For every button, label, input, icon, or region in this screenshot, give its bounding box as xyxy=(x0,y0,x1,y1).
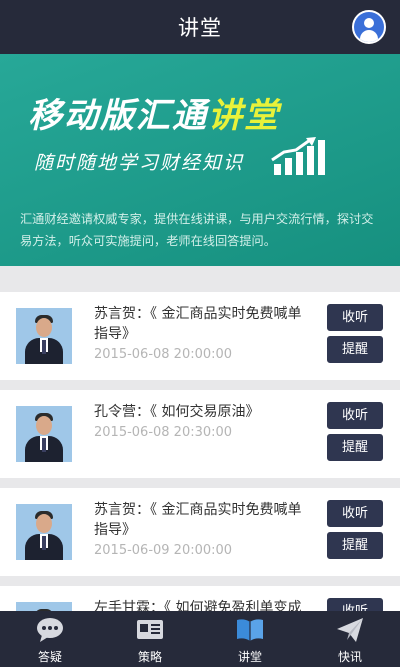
chat-bubble-icon xyxy=(37,618,63,642)
lecture-time: 2015-06-08 20:30:00 xyxy=(94,425,233,440)
bottom-tab-bar: 答疑 策略 讲堂 快讯 xyxy=(0,611,400,667)
lecture-info: 孔令营：《 如何交易原油》 2015-06-08 20:30:00 xyxy=(94,402,314,443)
list-item[interactable]: 苏言贺：《 金汇商品实时免费喊单指导》 2015-06-09 20:00:00 … xyxy=(0,488,400,576)
user-icon-body xyxy=(360,30,378,42)
lecturer-avatar xyxy=(16,504,72,560)
banner-description: 汇通财经邀请权威专家，提供在线讲课，与用户交流行情，探讨交易方法，听众可实施提问… xyxy=(20,212,374,248)
banner-title: 移动版汇通讲堂 xyxy=(28,88,280,137)
strategy-card-icon xyxy=(137,620,163,639)
list-item[interactable]: 孔令营：《 如何交易原油》 2015-06-08 20:30:00 收听 提醒 xyxy=(0,390,400,478)
page-title: 讲堂 xyxy=(178,16,222,40)
tab-label: 快讯 xyxy=(337,650,362,664)
remind-button[interactable]: 提醒 xyxy=(327,532,383,559)
lecture-title: 苏言贺：《 金汇商品实时免费喊单指导》 xyxy=(94,306,302,342)
open-book-icon xyxy=(237,619,263,641)
lecture-title: 苏言贺：《 金汇商品实时免费喊单指导》 xyxy=(94,502,302,538)
lecture-info: 苏言贺：《 金汇商品实时免费喊单指导》 2015-06-09 20:00:00 xyxy=(94,500,314,561)
tab-label: 策略 xyxy=(137,650,162,664)
lecture-title: 孔令营：《 如何交易原油》 xyxy=(94,404,260,420)
growth-chart-icon xyxy=(271,137,325,175)
tab-label: 答疑 xyxy=(37,650,62,664)
lecture-time: 2015-06-08 20:00:00 xyxy=(94,347,233,362)
lecturer-avatar xyxy=(16,406,72,462)
tab-lecture[interactable]: 讲堂 xyxy=(200,611,300,667)
list-item[interactable]: 苏言贺：《 金汇商品实时免费喊单指导》 2015-06-08 20:00:00 … xyxy=(0,292,400,380)
tab-news[interactable]: 快讯 xyxy=(300,611,400,667)
banner-subtitle: 随时随地学习财经知识 xyxy=(34,152,245,174)
listen-button[interactable]: 收听 xyxy=(327,304,383,331)
lecture-time: 2015-06-09 20:00:00 xyxy=(94,543,233,558)
banner-title-highlight: 讲堂 xyxy=(208,96,280,136)
tab-strategy[interactable]: 策略 xyxy=(100,611,200,667)
lecture-info: 苏言贺：《 金汇商品实时免费喊单指导》 2015-06-08 20:00:00 xyxy=(94,304,314,365)
listen-button[interactable]: 收听 xyxy=(327,500,383,527)
tab-qa[interactable]: 答疑 xyxy=(0,611,100,667)
tab-label: 讲堂 xyxy=(237,650,262,664)
remind-button[interactable]: 提醒 xyxy=(327,434,383,461)
remind-button[interactable]: 提醒 xyxy=(327,336,383,363)
lecturer-avatar xyxy=(16,308,72,364)
listen-button[interactable]: 收听 xyxy=(327,402,383,429)
user-icon xyxy=(364,18,374,28)
user-profile-button[interactable] xyxy=(352,10,386,44)
banner-title-prefix: 移动版汇通 xyxy=(28,96,208,136)
paper-plane-icon xyxy=(337,618,363,642)
app-header: 讲堂 xyxy=(0,0,400,54)
promo-banner: 移动版汇通讲堂 随时随地学习财经知识 汇通财经邀请权威专家，提供在线讲课，与用户… xyxy=(0,54,400,266)
